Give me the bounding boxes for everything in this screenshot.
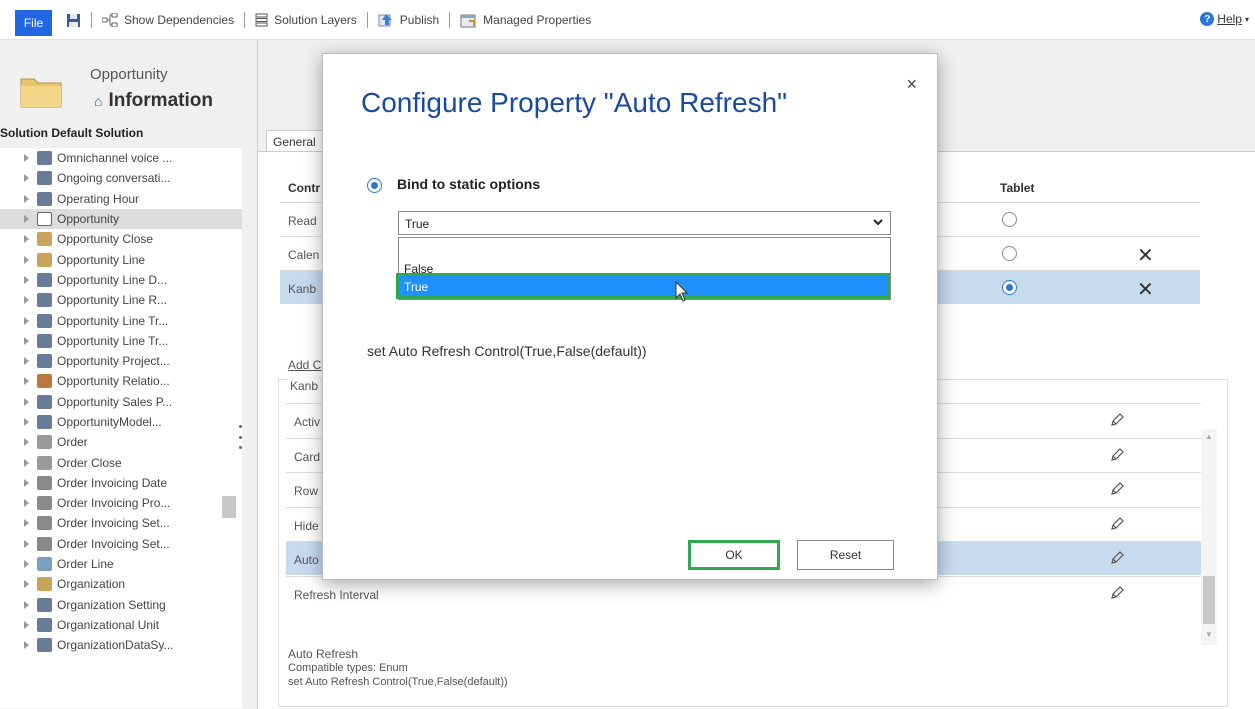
- dialog-description: set Auto Refresh Control(True,False(defa…: [367, 343, 647, 359]
- static-options-select[interactable]: True: [398, 211, 891, 235]
- reset-button[interactable]: Reset: [797, 540, 894, 570]
- ok-button[interactable]: OK: [688, 540, 780, 570]
- close-icon[interactable]: ×: [906, 74, 917, 95]
- chevron-down-icon: [872, 215, 884, 232]
- bind-static-options-radio[interactable]: [367, 178, 382, 193]
- modal-overlay: × Configure Property "Auto Refresh" Bind…: [0, 0, 1255, 709]
- option-true[interactable]: True: [399, 276, 890, 298]
- options-listbox: False True: [398, 237, 891, 300]
- select-value: True: [405, 217, 430, 231]
- mouse-cursor-icon: [675, 281, 689, 302]
- configure-property-dialog: × Configure Property "Auto Refresh" Bind…: [322, 53, 938, 580]
- bind-static-options-label: Bind to static options: [397, 176, 541, 192]
- dialog-title: Configure Property "Auto Refresh": [361, 87, 788, 118]
